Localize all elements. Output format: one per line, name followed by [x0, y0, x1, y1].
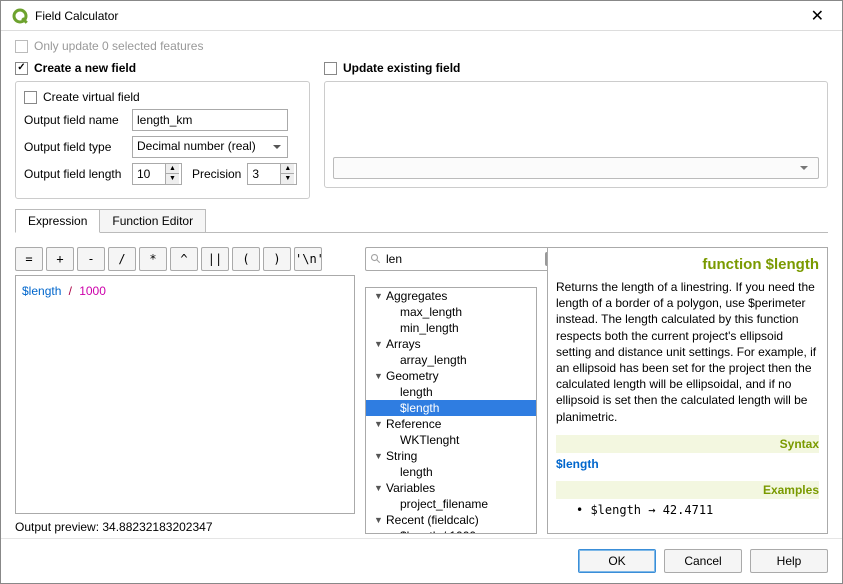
close-icon[interactable]: ✕: [803, 6, 832, 26]
tree-group[interactable]: ▼Recent (fieldcalc): [366, 512, 536, 528]
help-example: $length → 42.4711: [556, 503, 819, 517]
operator-button[interactable]: *: [139, 247, 167, 271]
chevron-up-icon[interactable]: ▲: [280, 164, 294, 174]
operator-button[interactable]: '\n': [294, 247, 322, 271]
tree-item[interactable]: $length: [366, 400, 536, 416]
operator-button[interactable]: ^: [170, 247, 198, 271]
tree-group[interactable]: ▼Geometry: [366, 368, 536, 384]
precision-stepper[interactable]: ▲▼: [247, 163, 297, 185]
help-description: Returns the length of a linestring. If y…: [556, 279, 819, 425]
only-update-checkbox: [15, 40, 28, 53]
tree-group[interactable]: ▼Reference: [366, 416, 536, 432]
operator-button[interactable]: ): [263, 247, 291, 271]
only-update-label: Only update 0 selected features: [34, 39, 203, 53]
operator-button[interactable]: /: [108, 247, 136, 271]
update-field-checkbox[interactable]: [324, 62, 337, 75]
output-length-label: Output field length: [24, 167, 126, 181]
operator-button[interactable]: +: [46, 247, 74, 271]
chevron-down-icon[interactable]: ▼: [280, 174, 294, 184]
help-syntax: $length: [556, 457, 819, 471]
tree-group[interactable]: ▼Arrays: [366, 336, 536, 352]
output-name-label: Output field name: [24, 113, 126, 127]
expression-editor[interactable]: $length / 1000: [15, 275, 355, 514]
help-title: function $length: [556, 256, 819, 273]
update-field-header: Update existing field: [343, 61, 460, 75]
create-field-section: Create a new field Create virtual field …: [15, 61, 310, 199]
virtual-field-checkbox[interactable]: [24, 91, 37, 104]
help-syntax-label: Syntax: [556, 435, 819, 453]
chevron-down-icon[interactable]: ▼: [165, 174, 179, 184]
output-type-label: Output field type: [24, 140, 126, 154]
update-field-section: Update existing field: [324, 61, 828, 199]
tree-item[interactable]: length: [366, 464, 536, 480]
tree-item[interactable]: max_length: [366, 304, 536, 320]
chevron-up-icon[interactable]: ▲: [165, 164, 179, 174]
output-preview: Output preview: 34.88232183202347: [15, 520, 355, 534]
tree-group[interactable]: ▼String: [366, 448, 536, 464]
tree-item[interactable]: $length / 1000: [366, 528, 536, 534]
tree-item[interactable]: array_length: [366, 352, 536, 368]
operator-button[interactable]: -: [77, 247, 105, 271]
help-panel: function $length Returns the length of a…: [547, 247, 828, 534]
only-update-row: Only update 0 selected features: [15, 39, 828, 53]
operator-button[interactable]: ||: [201, 247, 229, 271]
tree-item[interactable]: WKTlenght: [366, 432, 536, 448]
output-name-input[interactable]: [132, 109, 288, 131]
update-field-select[interactable]: [333, 157, 819, 179]
output-type-select[interactable]: Decimal number (real): [132, 136, 288, 158]
tree-item[interactable]: length: [366, 384, 536, 400]
create-field-checkbox[interactable]: [15, 62, 28, 75]
app-icon: [11, 7, 29, 25]
tree-group[interactable]: ▼Variables: [366, 480, 536, 496]
operator-button[interactable]: (: [232, 247, 260, 271]
tree-item[interactable]: min_length: [366, 320, 536, 336]
tree-group[interactable]: ▼Aggregates: [366, 288, 536, 304]
tab-expression[interactable]: Expression: [15, 209, 100, 233]
operator-button[interactable]: =: [15, 247, 43, 271]
help-button[interactable]: Help: [750, 549, 828, 573]
window-title: Field Calculator: [35, 9, 803, 23]
tab-function-editor[interactable]: Function Editor: [99, 209, 206, 233]
output-length-stepper[interactable]: ▲▼: [132, 163, 182, 185]
help-examples-label: Examples: [556, 481, 819, 499]
search-icon: [370, 253, 382, 265]
cancel-button[interactable]: Cancel: [664, 549, 742, 573]
function-tree[interactable]: ▼Aggregatesmax_lengthmin_length▼Arraysar…: [365, 287, 537, 534]
ok-button[interactable]: OK: [578, 549, 656, 573]
virtual-field-label: Create virtual field: [43, 90, 140, 104]
tree-item[interactable]: project_filename: [366, 496, 536, 512]
create-field-header: Create a new field: [34, 61, 136, 75]
precision-label: Precision: [192, 167, 241, 181]
search-input[interactable]: [386, 252, 541, 266]
